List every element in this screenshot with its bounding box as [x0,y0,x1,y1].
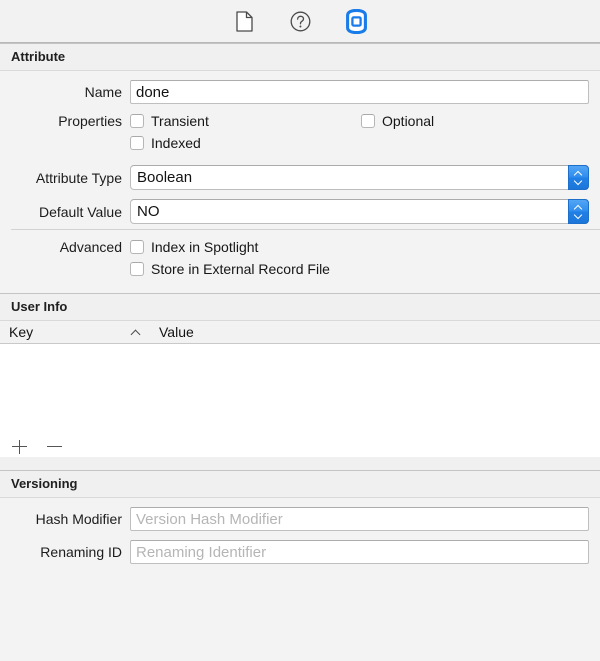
hash-modifier-label: Hash Modifier [35,511,122,527]
optional-checkbox[interactable]: Optional [361,113,434,129]
indexed-label: Indexed [151,135,201,151]
column-header-key-label: Key [9,324,34,340]
data-model-inspector-panel: Attribute Name Properties Transient Opti… [0,0,600,661]
index-in-spotlight-checkbox[interactable]: Index in Spotlight [130,239,258,255]
name-input[interactable] [130,80,589,104]
attribute-type-label: Attribute Type [35,169,122,186]
attribute-indexed-row: Indexed [0,135,600,151]
attribute-section-header: Attribute [0,43,600,71]
advanced-label: Advanced [59,239,122,255]
store-external-row: Store in External Record File [0,261,600,277]
attribute-name-row: Name [0,80,600,104]
attribute-type-select[interactable]: Boolean [130,165,589,190]
store-in-external-record-file-checkbox[interactable]: Store in External Record File [130,261,330,277]
indexed-checkbox-box[interactable] [130,136,144,150]
document-icon [235,10,253,32]
sort-ascending-icon [131,330,140,335]
quick-help-inspector-button[interactable] [285,7,315,35]
user-info-section-header: User Info [0,293,600,321]
index-in-spotlight-label: Index in Spotlight [151,239,259,255]
transient-checkbox[interactable]: Transient [130,113,361,129]
optional-label: Optional [382,113,435,129]
question-circle-icon [290,11,311,32]
attribute-type-stepper-icon[interactable] [568,165,589,190]
properties-label: Properties [58,113,122,129]
remove-user-info-button[interactable] [45,437,65,457]
name-label: Name [84,84,122,100]
store-in-external-record-file-checkbox-box[interactable] [130,262,144,276]
versioning-section-body: Hash Modifier Renaming ID [0,498,600,564]
indexed-checkbox[interactable]: Indexed [130,135,201,151]
hash-modifier-row: Hash Modifier [0,507,600,531]
advanced-divider [11,229,600,230]
attribute-type-value: Boolean [137,169,193,186]
column-header-value[interactable]: Value [150,324,194,340]
default-value-select[interactable]: NO [130,199,589,224]
default-value-label: Default Value [38,203,122,220]
advanced-row: Advanced Index in Spotlight [0,239,600,255]
attribute-section-body: Name Properties Transient Optional [0,71,600,277]
versioning-section-header: Versioning [0,470,600,498]
column-header-value-label: Value [159,324,194,340]
attribute-properties-row: Properties Transient Optional [0,113,600,129]
attribute-type-row: Attribute Type Boolean [0,165,600,190]
file-inspector-button[interactable] [229,7,259,35]
column-header-key[interactable]: Key [0,324,150,340]
section-gap [0,457,600,470]
data-model-inspector-button[interactable] [341,7,371,35]
optional-checkbox-box[interactable] [361,114,375,128]
user-info-table-header: Key Value [0,321,600,344]
renaming-id-label: Renaming ID [40,544,122,560]
renaming-id-input[interactable] [130,540,589,564]
user-info-table-body[interactable] [0,344,600,436]
data-model-icon [345,8,368,34]
index-in-spotlight-checkbox-box[interactable] [130,240,144,254]
user-info-table-footer [0,436,600,457]
add-user-info-button[interactable] [9,437,29,457]
default-value-row: Default Value NO [0,199,600,224]
inspector-toolbar [0,0,600,43]
renaming-id-row: Renaming ID [0,540,600,564]
default-value-stepper-icon[interactable] [568,199,589,224]
hash-modifier-input[interactable] [130,507,589,531]
default-value-value: NO [137,203,160,220]
transient-label: Transient [151,113,209,129]
store-in-external-record-file-label: Store in External Record File [151,261,330,277]
transient-checkbox-box[interactable] [130,114,144,128]
